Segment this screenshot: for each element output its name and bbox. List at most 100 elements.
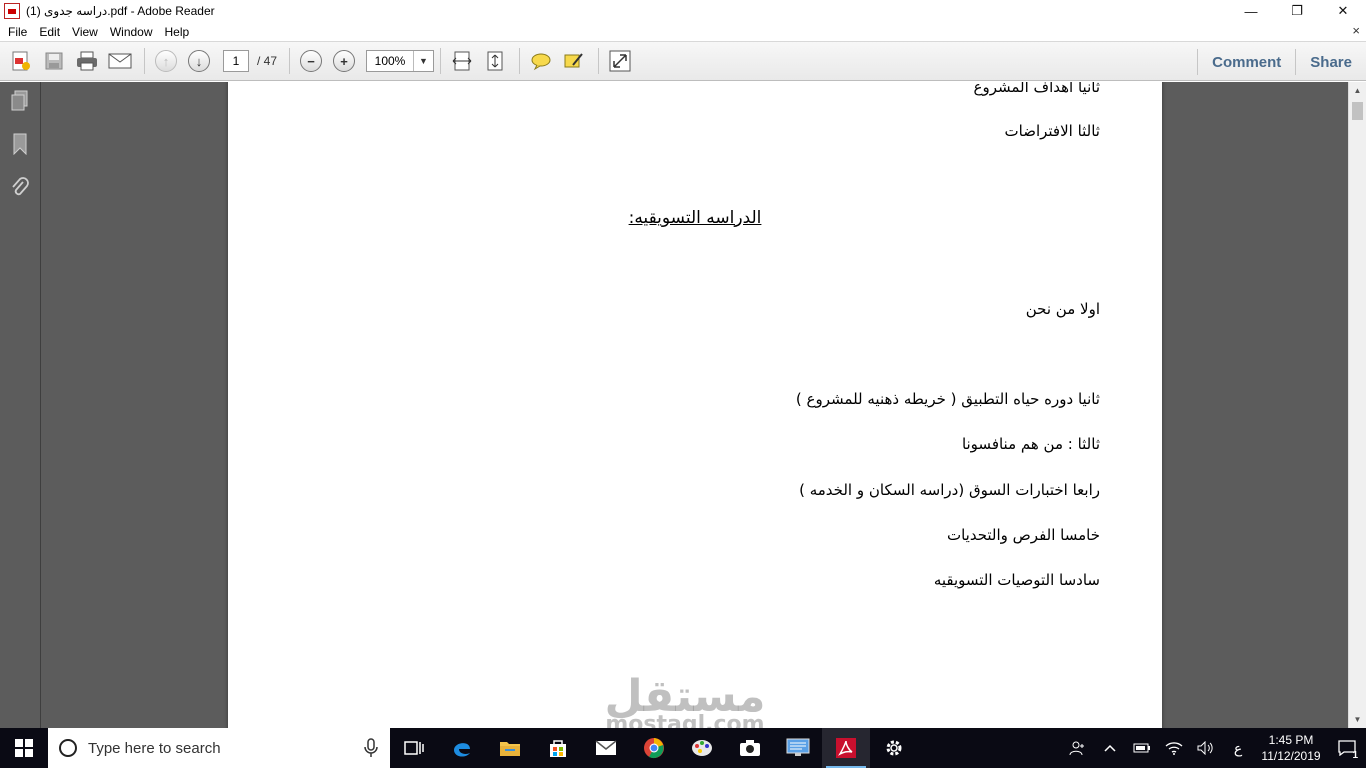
document-line: ثالثا الافتراضات: [1004, 122, 1100, 140]
sticky-note-button[interactable]: [526, 47, 556, 75]
edge-icon: [454, 743, 470, 757]
taskbar-file-explorer[interactable]: [486, 728, 534, 768]
taskbar-search-box[interactable]: Type here to search: [48, 728, 390, 768]
document-line: سادسا التوصيات التسويقيه: [933, 571, 1100, 589]
restore-button[interactable]: ❐: [1274, 0, 1320, 22]
document-line: ثانيا اهداف المشروع: [973, 82, 1100, 96]
menu-file[interactable]: File: [2, 25, 33, 39]
menu-help[interactable]: Help: [159, 25, 196, 39]
fit-width-button[interactable]: [447, 47, 477, 75]
chrome-icon: [644, 738, 664, 759]
search-icon: [59, 739, 77, 757]
adobe-reader-icon: [4, 3, 20, 19]
menu-window[interactable]: Window: [104, 25, 159, 39]
taskbar-mail[interactable]: [582, 728, 630, 768]
scrollbar-thumb[interactable]: [1352, 102, 1363, 120]
document-line: رابعا اختبارات السوق (دراسه السكان و الخ…: [799, 481, 1100, 499]
toolbar-separator: [289, 48, 291, 74]
clock-time: 1:45 PM: [1268, 733, 1314, 747]
attachments-icon[interactable]: [10, 176, 30, 198]
vertical-scrollbar[interactable]: ▲ ▼: [1348, 82, 1366, 728]
toolbar-separator: [144, 48, 145, 74]
arrow-down-icon: ↓: [188, 50, 210, 72]
window-title: دراسه جدوى (1).pdf - Adobe Reader: [26, 4, 215, 18]
watermark: مستقل mostaql.com: [590, 672, 780, 736]
taskbar-camera[interactable]: [726, 728, 774, 768]
document-line: ثالثا : من هم منافسونا: [961, 435, 1100, 453]
toolbar-right: Comment Share: [1197, 42, 1366, 82]
create-pdf-button[interactable]: [6, 47, 36, 75]
share-pane-button[interactable]: Share: [1296, 54, 1366, 71]
print-button[interactable]: [72, 47, 102, 75]
people-icon[interactable]: [1062, 728, 1094, 768]
section-heading: الدراسه التسويقيه:: [628, 208, 762, 228]
minimize-button[interactable]: —: [1228, 0, 1274, 22]
zoom-value: 100%: [374, 54, 406, 68]
bookmarks-icon[interactable]: [10, 133, 30, 155]
menu-edit[interactable]: Edit: [33, 25, 66, 39]
document-line: ثانيا دوره حياه التطبيق ( خريطه ذهنيه لل…: [795, 390, 1100, 408]
page-thumbnails-icon[interactable]: [10, 90, 30, 112]
taskbar-store[interactable]: [534, 728, 582, 768]
camera-icon: [740, 740, 760, 756]
adobe-reader-icon: [836, 738, 856, 758]
battery-icon[interactable]: [1126, 728, 1158, 768]
close-document-icon[interactable]: ×: [1352, 23, 1360, 38]
zoom-out-button[interactable]: −: [296, 47, 326, 75]
close-button[interactable]: ✕: [1320, 0, 1366, 22]
create-pdf-icon: [12, 51, 30, 71]
comment-pane-button[interactable]: Comment: [1198, 54, 1295, 71]
taskbar: Type here to search ع 1:45 PM 11/12/2019…: [0, 728, 1366, 768]
fit-page-icon: [487, 51, 503, 71]
document-viewport[interactable]: ثانيا اهداف المشروع ثالثا الافتراضات الد…: [41, 82, 1348, 728]
taskbar-paint[interactable]: [678, 728, 726, 768]
arrow-up-icon: ↑: [155, 50, 177, 72]
clock[interactable]: 1:45 PM 11/12/2019: [1254, 732, 1328, 764]
start-button[interactable]: [0, 728, 48, 768]
full-screen-button[interactable]: [605, 47, 635, 75]
speech-bubble-icon: [531, 53, 551, 71]
previous-page-button[interactable]: ↑: [151, 47, 181, 75]
taskbar-remote-desktop[interactable]: [774, 728, 822, 768]
task-view-icon: [404, 741, 424, 755]
highlight-button[interactable]: [559, 47, 589, 75]
chevron-up-icon[interactable]: [1094, 728, 1126, 768]
fit-width-icon: [452, 51, 472, 71]
menu-bar: File Edit View Window Help ×: [0, 22, 1366, 41]
action-center-button[interactable]: 1: [1328, 728, 1366, 768]
toolbar-separator: [440, 48, 442, 74]
next-page-button[interactable]: ↓: [184, 47, 214, 75]
title-bar: دراسه جدوى (1).pdf - Adobe Reader — ❐ ✕: [0, 0, 1366, 22]
toolbar-separator: [519, 48, 521, 74]
task-view-button[interactable]: [390, 728, 438, 768]
chevron-down-icon[interactable]: ▼: [413, 51, 433, 71]
scroll-down-icon[interactable]: ▼: [1349, 711, 1366, 728]
email-button[interactable]: [105, 47, 135, 75]
taskbar-settings[interactable]: [870, 728, 918, 768]
save-button[interactable]: [39, 47, 69, 75]
menu-view[interactable]: View: [66, 25, 104, 39]
wifi-icon[interactable]: [1158, 728, 1190, 768]
zoom-select[interactable]: 100% ▼: [366, 50, 435, 72]
search-placeholder: Type here to search: [88, 739, 221, 757]
page-number-input[interactable]: 1: [223, 50, 249, 72]
zoom-in-button[interactable]: +: [329, 47, 359, 75]
taskbar-edge[interactable]: [438, 728, 486, 768]
envelope-icon: [108, 53, 132, 69]
document-line: اولا من نحن: [1025, 300, 1100, 318]
store-icon: [550, 740, 566, 757]
input-language[interactable]: ع: [1222, 728, 1254, 768]
folder-icon: [500, 742, 520, 756]
minus-icon: −: [300, 50, 323, 72]
navigation-pane: [0, 82, 41, 728]
taskbar-chrome[interactable]: [630, 728, 678, 768]
save-icon: [45, 52, 63, 70]
volume-icon[interactable]: [1190, 728, 1222, 768]
window-controls: — ❐ ✕: [1228, 0, 1366, 22]
microphone-icon[interactable]: [364, 738, 378, 758]
page-total: / 47: [257, 54, 278, 68]
scroll-up-icon[interactable]: ▲: [1349, 82, 1366, 99]
monitor-icon: [786, 738, 810, 756]
fit-page-button[interactable]: [480, 47, 510, 75]
taskbar-adobe-reader[interactable]: [822, 728, 870, 768]
